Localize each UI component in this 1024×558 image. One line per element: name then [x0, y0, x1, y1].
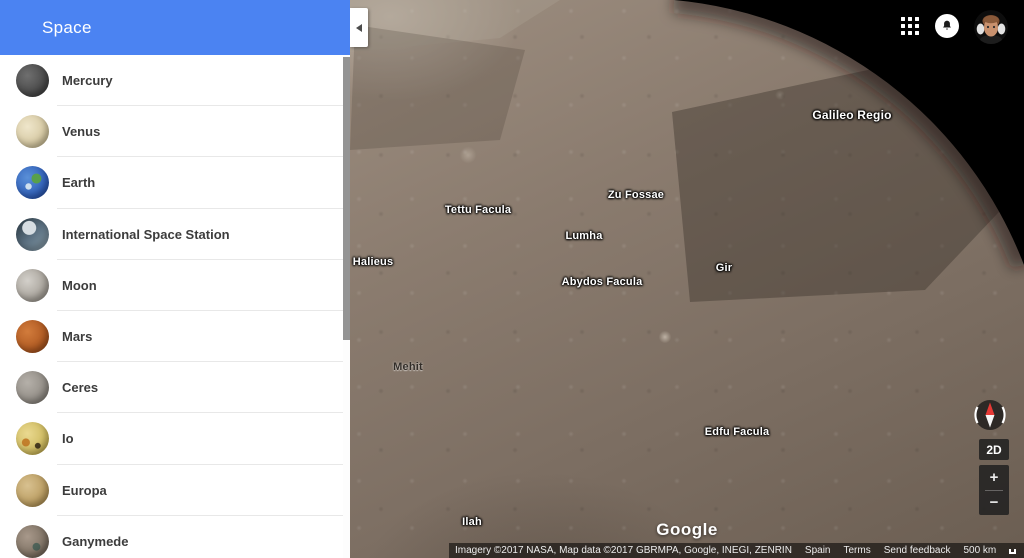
- ganymede-planet-icon: [16, 525, 49, 558]
- avatar-photo: [974, 10, 1008, 44]
- sidebar-item-label: Venus: [62, 124, 100, 139]
- scale-label: 500 km: [963, 545, 996, 556]
- mars-planet-icon: [16, 320, 49, 353]
- map-label-mehit: Mehit: [393, 361, 423, 373]
- sidebar-item-earth[interactable]: Earth: [0, 157, 350, 208]
- sidebar-item-io[interactable]: Io: [0, 413, 350, 464]
- compass-control[interactable]: [970, 395, 1010, 435]
- earth-planet-icon: [16, 166, 49, 199]
- map-label-lumha: Lumha: [565, 230, 602, 242]
- zoom-control: + −: [979, 465, 1009, 515]
- sidebar-item-label: Ganymede: [62, 534, 128, 549]
- sidebar-item-mars[interactable]: Mars: [0, 311, 350, 362]
- globe-map-canvas[interactable]: Galileo Regio Zu Fossae Tettu Facula Lumha H…: [350, 0, 1024, 558]
- map-label-galileo-regio: Galileo Regio: [812, 108, 891, 122]
- bell-icon: [940, 19, 954, 33]
- sidebar-item-label: International Space Station: [62, 227, 230, 242]
- send-feedback-link[interactable]: Send feedback: [884, 545, 951, 556]
- map-label-zu-fossae: Zu Fossae: [608, 189, 664, 201]
- dark-terrain-patch: [350, 25, 525, 150]
- moon-planet-icon: [16, 269, 49, 302]
- attribution-bar: Imagery ©2017 NASA, Map data ©2017 GBRMP…: [449, 543, 1024, 558]
- user-avatar[interactable]: [974, 10, 1008, 44]
- scrollbar-thumb[interactable]: [343, 57, 350, 340]
- sidebar-item-mercury[interactable]: Mercury: [0, 55, 350, 106]
- sidebar-item-label: Io: [62, 431, 74, 446]
- page-title: Space: [42, 18, 92, 38]
- sidebar-item-ganymede[interactable]: Ganymede: [0, 516, 350, 558]
- imagery-attribution: Imagery ©2017 NASA, Map data ©2017 GBRMP…: [455, 545, 792, 556]
- sidebar-item-label: Mercury: [62, 73, 113, 88]
- chevron-left-icon: [356, 24, 362, 32]
- map-label-tettu-facula: Tettu Facula: [445, 204, 511, 216]
- sidebar-item-label: Europa: [62, 483, 107, 498]
- map-label-abydos-facula: Abydos Facula: [562, 276, 643, 288]
- sidebar-item-venus[interactable]: Venus: [0, 106, 350, 157]
- compass-icon: [970, 395, 1010, 435]
- sidebar-item-label: Earth: [62, 175, 95, 190]
- terms-link[interactable]: Terms: [844, 545, 871, 556]
- sidebar-item-ceres[interactable]: Ceres: [0, 362, 350, 413]
- sidebar-item-iss[interactable]: International Space Station: [0, 209, 350, 260]
- space-sidebar: Space Mercury Venus Earth International Spa…: [0, 0, 350, 558]
- sidebar-scrollbar: [343, 55, 350, 558]
- map-label-halieus: Halieus: [353, 256, 394, 268]
- planet-terrain-graphics: [350, 0, 1024, 558]
- europa-planet-icon: [16, 474, 49, 507]
- zoom-in-button[interactable]: +: [979, 465, 1009, 490]
- sidebar-item-moon[interactable]: Moon: [0, 260, 350, 311]
- google-maps-space-view: Galileo Regio Zu Fossae Tettu Facula Lumha H…: [0, 0, 1024, 558]
- ceres-planet-icon: [16, 371, 49, 404]
- zoom-out-button[interactable]: −: [979, 491, 1009, 516]
- planet-list: Mercury Venus Earth International Space Sta…: [0, 55, 350, 558]
- sidebar-item-europa[interactable]: Europa: [0, 465, 350, 516]
- region-attribution: Spain: [805, 545, 831, 556]
- map-label-gir: Gir: [716, 262, 733, 274]
- google-watermark: Google: [656, 520, 718, 540]
- sidebar-collapse-button[interactable]: [350, 8, 368, 47]
- map-label-edfu-facula: Edfu Facula: [705, 426, 770, 438]
- scale-bar: [1009, 549, 1016, 554]
- venus-planet-icon: [16, 115, 49, 148]
- sidebar-item-label: Mars: [62, 329, 92, 344]
- iss-photo-icon: [16, 218, 49, 251]
- sidebar-header: Space: [0, 0, 350, 55]
- sidebar-item-label: Ceres: [62, 380, 98, 395]
- notifications-button[interactable]: [935, 14, 959, 38]
- map-label-ilah: Ilah: [462, 516, 482, 528]
- io-planet-icon: [16, 422, 49, 455]
- google-apps-grid-icon[interactable]: [901, 17, 919, 35]
- mercury-planet-icon: [16, 64, 49, 97]
- sidebar-item-label: Moon: [62, 278, 97, 293]
- 2d-mode-button[interactable]: 2D: [979, 439, 1009, 460]
